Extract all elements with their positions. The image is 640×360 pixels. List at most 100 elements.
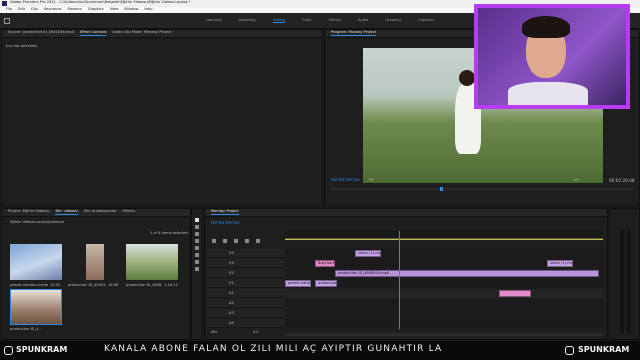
webcam-overlay bbox=[474, 4, 630, 109]
meter-right bbox=[627, 229, 631, 334]
tools-panel bbox=[191, 208, 203, 340]
workspace-effects[interactable]: Effects bbox=[329, 18, 341, 22]
track-header-v3[interactable]: V3 bbox=[207, 259, 285, 268]
media-item-1[interactable] bbox=[10, 244, 62, 280]
media-item-1-duration: 12:02 bbox=[50, 283, 61, 287]
program-timecode[interactable]: 00:00:49:58 bbox=[331, 178, 359, 183]
program-playhead[interactable] bbox=[440, 187, 444, 191]
track-header-a3[interactable]: A3 bbox=[207, 309, 285, 318]
nest-toggle-icon[interactable] bbox=[212, 239, 216, 243]
timeline-clip[interactable]: production ID_4808504.mp4 bbox=[335, 270, 599, 277]
menu-file[interactable]: File bbox=[6, 7, 12, 11]
linked-selection-icon[interactable] bbox=[234, 239, 239, 243]
track-header-a4[interactable]: A4 bbox=[207, 319, 285, 328]
media-item-2-duration: 16:08 bbox=[108, 283, 119, 287]
media-item-2-name: production ID_4540246... bbox=[68, 283, 106, 287]
selection-status: 1 of 4 items selected bbox=[150, 231, 188, 235]
time-ruler[interactable] bbox=[285, 231, 603, 239]
timeline-timecode[interactable]: 00:00:49:58 bbox=[211, 221, 239, 226]
timeline-clip[interactable]: Bilgi Kartı bbox=[315, 260, 335, 267]
premiere-app-icon bbox=[2, 1, 7, 6]
snap-icon[interactable] bbox=[223, 239, 228, 243]
webcam-feed bbox=[478, 8, 626, 105]
timeline-clip[interactable]: video (1).mp4 bbox=[547, 260, 573, 267]
track-header-v4[interactable]: V4 bbox=[207, 249, 285, 258]
timeline-clip[interactable] bbox=[499, 290, 531, 297]
pen-tool-icon[interactable] bbox=[195, 253, 199, 257]
audio-meters bbox=[609, 208, 640, 340]
program-scrubber[interactable] bbox=[331, 187, 635, 191]
media-item-3-duration: 1:18:12 bbox=[164, 283, 178, 287]
workspace-graphics[interactable]: Graphics bbox=[385, 18, 401, 22]
source-tab-3[interactable]: Audio Clip Mixer: Monday Project bbox=[112, 30, 171, 35]
menu-window[interactable]: Window bbox=[124, 7, 138, 11]
track-header-a2[interactable]: A2 bbox=[207, 299, 285, 308]
project-tab-2[interactable]: Bin: videolar bbox=[55, 209, 79, 215]
menu-help[interactable]: Help bbox=[144, 7, 152, 11]
timeline-clip[interactable]: pexels-natal... bbox=[285, 280, 311, 287]
sequence-tab[interactable]: Monday Project bbox=[211, 209, 239, 215]
home-icon[interactable] bbox=[4, 18, 10, 24]
workspace-learning[interactable]: Learning bbox=[206, 18, 222, 22]
workspace-assembly[interactable]: Assembly bbox=[239, 18, 256, 22]
program-duration: 00:02:20:48 bbox=[609, 178, 635, 183]
hand-tool-icon[interactable] bbox=[195, 260, 199, 264]
track-lane-a2 bbox=[285, 299, 603, 308]
track-header-v2[interactable]: V2 bbox=[207, 269, 285, 278]
workspace-tabs: Learning Assembly Editing Color Effects Audio… bbox=[206, 18, 451, 23]
track-lane-a4 bbox=[285, 319, 603, 328]
bin-path: Eğitim Videosu.prproj\videolar bbox=[10, 220, 65, 224]
master-value[interactable]: 0.0 bbox=[253, 330, 259, 335]
ripple-edit-tool-icon[interactable] bbox=[195, 232, 199, 236]
slip-tool-icon[interactable] bbox=[195, 246, 199, 250]
program-title[interactable]: Program: Monday Project bbox=[331, 30, 377, 36]
menu-sequence[interactable]: Sequence bbox=[44, 7, 62, 11]
project-tab-1[interactable]: Project: Eğitim Videosu bbox=[8, 209, 49, 214]
track-header-v1[interactable]: V1 bbox=[207, 279, 285, 288]
streamer-hair bbox=[522, 16, 570, 38]
media-item-3[interactable] bbox=[126, 244, 178, 280]
workspace-audio[interactable]: Audio bbox=[358, 18, 368, 22]
wrench-icon[interactable] bbox=[256, 239, 261, 243]
tracks-area: video (1).mp4 Bilgi Kartı production ID_48… bbox=[285, 249, 603, 329]
media-item-4[interactable] bbox=[10, 289, 62, 325]
media-item-3-name: production ID_4808... bbox=[126, 283, 162, 287]
source-tab-2[interactable]: Effect Controls bbox=[79, 30, 107, 36]
selection-tool-icon[interactable] bbox=[195, 218, 199, 222]
type-tool-icon[interactable] bbox=[195, 267, 199, 271]
dancer-head bbox=[459, 70, 475, 86]
workspace-color[interactable]: Color bbox=[302, 18, 311, 22]
razor-tool-icon[interactable] bbox=[195, 239, 199, 243]
media-item-2[interactable] bbox=[86, 244, 104, 280]
track-lane-a1 bbox=[285, 289, 603, 298]
source-panel-tabs: Source: production ID_4540246.mp4 Effect … bbox=[2, 30, 322, 38]
timeline-zoom-scrollbar[interactable] bbox=[285, 333, 603, 336]
track-select-tool-icon[interactable] bbox=[195, 225, 199, 229]
workspace-editing[interactable]: Editing bbox=[272, 18, 286, 23]
source-tab-1[interactable]: Source: production ID_4540246.mp4 bbox=[8, 30, 74, 35]
timeline-playhead[interactable] bbox=[399, 231, 401, 329]
zoom-select[interactable]: Fit bbox=[369, 178, 373, 183]
resolution-select[interactable]: 1/4 bbox=[573, 178, 579, 183]
meter-left bbox=[620, 229, 624, 334]
menu-view[interactable]: View bbox=[110, 7, 119, 11]
work-area-bar[interactable] bbox=[285, 239, 603, 240]
timeline-clip[interactable]: production ID... bbox=[315, 280, 337, 287]
ticker-text: KANALA ABONE FALAN OL ZİLİ MİLİ AÇ AYIPT… bbox=[104, 344, 443, 354]
project-tabs: Project: Eğitim Videosu Bin: videolar Bin:… bbox=[2, 209, 190, 217]
workspace-captions[interactable]: Captions bbox=[418, 18, 434, 22]
right-handle: SPUNKRAM bbox=[578, 345, 630, 354]
effect-controls-panel: Source: production ID_4540246.mp4 Effect … bbox=[1, 29, 323, 207]
streamer-body bbox=[508, 82, 588, 105]
window-title: Adobe Premiere Pro 2021 - C:\Kullanıcıla… bbox=[10, 0, 191, 4]
project-tab-3[interactable]: Bin: animasyonlar bbox=[84, 209, 116, 214]
menu-clip[interactable]: Clip bbox=[31, 7, 38, 11]
menu-markers[interactable]: Markers bbox=[68, 7, 82, 11]
timeline-tabs: Monday Project bbox=[205, 209, 607, 217]
project-tab-4[interactable]: Effects bbox=[123, 209, 135, 214]
menu-graphics[interactable]: Graphics bbox=[88, 7, 104, 11]
menu-edit[interactable]: Edit bbox=[18, 7, 25, 11]
track-header-a1[interactable]: A1 bbox=[207, 289, 285, 298]
add-marker-icon[interactable] bbox=[245, 239, 250, 243]
timeline-clip[interactable]: video (1).mp4 bbox=[355, 250, 381, 257]
